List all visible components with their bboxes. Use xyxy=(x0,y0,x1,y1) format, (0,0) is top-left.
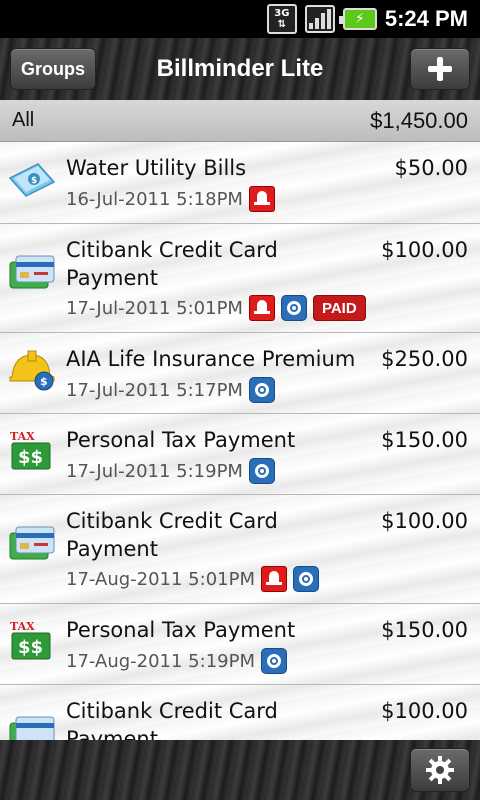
status-bar: 3G ⇅ ⚡ 5:24 PM xyxy=(0,0,480,38)
add-bill-button[interactable] xyxy=(410,48,470,90)
list-item[interactable]: $ Water Utility Bills $50.00 16-Jul-2011… xyxy=(0,142,480,224)
bill-title: Personal Tax Payment xyxy=(66,428,296,452)
bill-meta: 17-Jul-2011 5:17PM xyxy=(66,377,275,403)
credit-card-icon xyxy=(9,716,55,740)
group-total-amount: $1,450.00 xyxy=(370,107,468,133)
repeat-icon xyxy=(248,458,275,484)
bill-meta: 17-Jul-2011 5:19PM xyxy=(66,458,275,484)
bill-amount: $100.00 xyxy=(381,238,468,262)
svg-text:$$: $$ xyxy=(18,637,43,658)
bill-due-date: 17-Aug-2011 5:19PM xyxy=(66,650,255,672)
bill-meta: 16-Jul-2011 5:18PM xyxy=(66,186,275,212)
group-filter-label: All xyxy=(12,109,35,131)
svg-text:$: $ xyxy=(31,176,37,186)
alarm-bell-icon xyxy=(248,295,275,321)
bill-title: Personal Tax Payment xyxy=(66,618,296,642)
bill-amount: $100.00 xyxy=(381,509,468,533)
svg-text:$: $ xyxy=(40,375,48,388)
bill-amount: $150.00 xyxy=(381,618,468,642)
signal-strength-icon xyxy=(304,5,335,33)
list-item[interactable]: TAX $$ Personal Tax Payment $150.00 17-A… xyxy=(0,604,480,685)
bill-amount: $250.00 xyxy=(381,347,468,371)
app-header: Groups Billminder Lite xyxy=(0,38,480,100)
bill-due-date: 17-Jul-2011 5:19PM xyxy=(66,460,243,482)
groups-button[interactable]: Groups xyxy=(10,48,96,90)
repeat-icon xyxy=(280,295,307,321)
repeat-icon xyxy=(292,566,319,592)
network-3g-icon: 3G ⇅ xyxy=(266,4,297,34)
bill-title: Citibank Credit Card Payment xyxy=(66,699,278,740)
battery-charging-icon: ⚡ xyxy=(338,8,377,30)
settings-button[interactable] xyxy=(410,748,470,792)
app-title: Billminder Lite xyxy=(156,55,324,82)
water-bill-icon: $ xyxy=(8,163,56,197)
bottom-toolbar xyxy=(0,740,480,800)
bill-title: Water Utility Bills xyxy=(66,156,247,180)
bill-list[interactable]: $ Water Utility Bills $50.00 16-Jul-2011… xyxy=(0,142,480,740)
bill-due-date: 17-Jul-2011 5:17PM xyxy=(66,379,243,401)
bill-due-date: 17-Jul-2011 5:01PM xyxy=(66,297,243,319)
group-filter-bar[interactable]: All $1,450.00 xyxy=(0,100,480,142)
insurance-helmet-icon: $ xyxy=(9,350,55,391)
svg-text:TAX: TAX xyxy=(10,620,35,633)
repeat-icon xyxy=(260,648,287,674)
bill-title: Citibank Credit Card Payment xyxy=(66,509,278,561)
repeat-icon xyxy=(248,377,275,403)
gear-icon xyxy=(426,756,454,784)
bill-due-date: 17-Aug-2011 5:01PM xyxy=(66,568,255,590)
bill-meta: 17-Jul-2011 5:01PM PAID xyxy=(66,295,366,321)
bill-meta: 17-Aug-2011 5:19PM xyxy=(66,648,287,674)
bill-amount: $100.00 xyxy=(381,699,468,723)
bill-title: Citibank Credit Card Payment xyxy=(66,238,278,290)
credit-card-icon xyxy=(9,526,55,560)
status-time: 5:24 PM xyxy=(384,6,468,31)
list-item[interactable]: Citibank Credit Card Payment $100.00 17-… xyxy=(0,224,480,333)
list-item[interactable]: Citibank Credit Card Payment $100.00 xyxy=(0,685,480,740)
bill-due-date: 16-Jul-2011 5:18PM xyxy=(66,188,243,210)
paid-badge: PAID xyxy=(312,295,366,321)
bill-meta: 17-Aug-2011 5:01PM xyxy=(66,566,319,592)
bill-amount: $50.00 xyxy=(394,156,468,180)
tax-icon: TAX $$ xyxy=(10,620,51,660)
svg-text:TAX: TAX xyxy=(10,430,35,443)
network-type: 3G xyxy=(274,8,290,19)
tax-icon: TAX $$ xyxy=(10,430,51,470)
svg-text:$$: $$ xyxy=(18,447,43,468)
alarm-bell-icon xyxy=(248,186,275,212)
alarm-bell-icon xyxy=(260,566,287,592)
plus-icon xyxy=(428,57,452,81)
bill-title: AIA Life Insurance Premium xyxy=(66,347,356,371)
list-item[interactable]: TAX $$ Personal Tax Payment $150.00 17-J… xyxy=(0,414,480,495)
list-item[interactable]: Citibank Credit Card Payment $100.00 17-… xyxy=(0,495,480,604)
bill-amount: $150.00 xyxy=(381,428,468,452)
list-item[interactable]: $ AIA Life Insurance Premium $250.00 17-… xyxy=(0,333,480,414)
credit-card-icon xyxy=(9,255,55,289)
